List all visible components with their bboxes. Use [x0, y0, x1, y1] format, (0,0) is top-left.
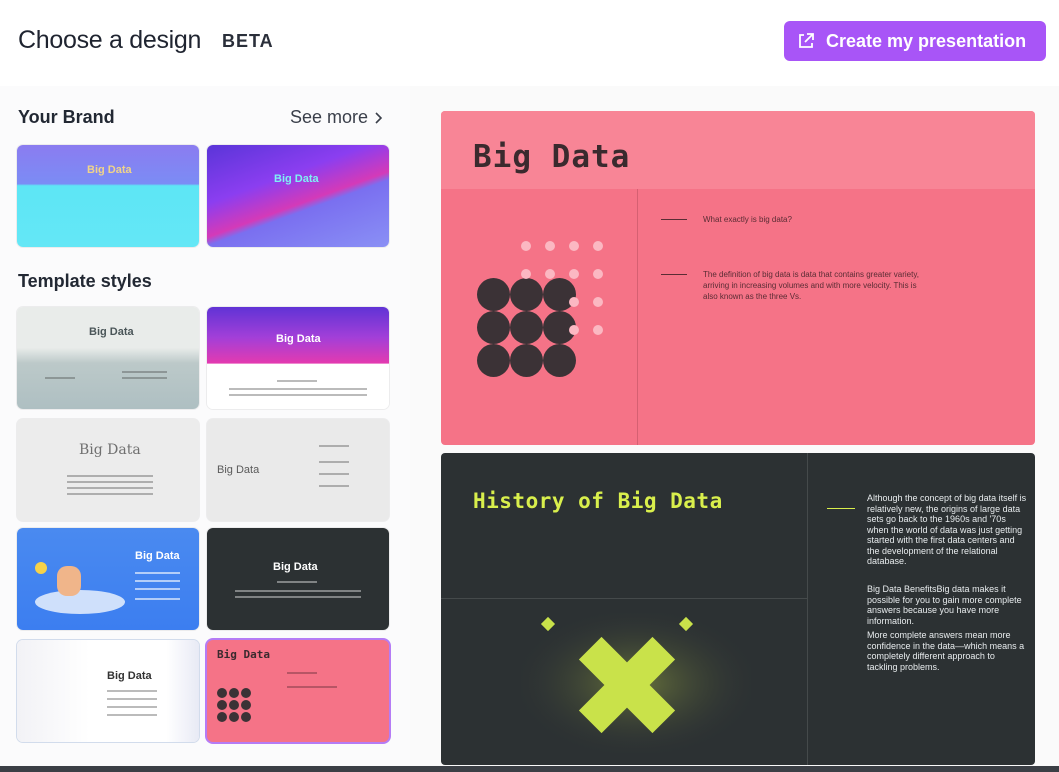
- slide-paragraph: Big Data BenefitsBig data makes it possi…: [867, 584, 1022, 626]
- divider: [807, 453, 808, 765]
- template-style-thumb[interactable]: Big Data: [207, 419, 389, 521]
- external-link-icon: [799, 33, 814, 48]
- template-style-thumb[interactable]: Big Data: [17, 640, 199, 742]
- brand-template-thumb[interactable]: Big Data: [207, 145, 389, 247]
- slide-paragraph: Although the concept of big data itself …: [867, 493, 1027, 566]
- template-style-thumb-selected[interactable]: Big Data: [207, 640, 389, 742]
- slide-definition: The definition of big data is data that …: [703, 270, 919, 301]
- slide-title: Big Data: [473, 139, 631, 175]
- arrow-icon: [661, 274, 687, 275]
- thumb-title: Big Data: [273, 561, 318, 573]
- see-more-link[interactable]: See more: [290, 107, 383, 128]
- arrow-icon: [827, 508, 855, 509]
- template-style-thumb[interactable]: Big Data: [17, 528, 199, 630]
- thumb-title: Big Data: [89, 326, 134, 338]
- template-style-thumb[interactable]: Big Data: [207, 528, 389, 630]
- divider: [637, 189, 638, 445]
- x-graphic: [521, 613, 751, 753]
- arrow-icon: [661, 219, 687, 220]
- thumb-title: Big Data: [217, 464, 260, 476]
- slide-paragraph: More complete answers mean more confiden…: [867, 630, 1025, 672]
- slide-title: History of Big Data: [473, 489, 723, 513]
- see-more-label: See more: [290, 107, 369, 127]
- thumb-title: Big Data: [276, 333, 321, 345]
- thumb-title: Big Data: [107, 670, 152, 682]
- divider: [441, 598, 807, 599]
- template-style-thumb[interactable]: Big Data: [17, 419, 199, 521]
- thumb-title: Big Data: [217, 648, 270, 661]
- thumb-title: Big Data: [87, 164, 132, 176]
- slide-question: What exactly is big data?: [703, 215, 792, 224]
- template-styles-title: Template styles: [18, 271, 152, 291]
- thumb-title: Big Data: [274, 173, 319, 185]
- bottom-bar: [0, 766, 1059, 772]
- your-brand-title: Your Brand: [18, 107, 115, 127]
- brand-template-thumb[interactable]: Big Data: [17, 145, 199, 247]
- template-style-thumb[interactable]: Big Data: [17, 307, 199, 409]
- header: Choose a design BETA Create my presentat…: [0, 0, 1059, 86]
- page-title: Choose a design: [18, 26, 202, 54]
- create-presentation-label: Create my presentation: [826, 30, 1027, 51]
- create-presentation-button[interactable]: Create my presentation: [784, 21, 1046, 61]
- preview-slide-1[interactable]: Big Data What exactly is big data? The d…: [441, 111, 1035, 445]
- preview-slide-2[interactable]: History of Big Data Although the concept…: [441, 453, 1035, 765]
- beta-badge: BETA: [222, 31, 274, 51]
- chevron-right-icon: [375, 111, 383, 124]
- thumb-title: Big Data: [79, 442, 141, 458]
- thumb-title: Big Data: [135, 550, 180, 562]
- template-style-thumb[interactable]: Big Data: [207, 307, 389, 409]
